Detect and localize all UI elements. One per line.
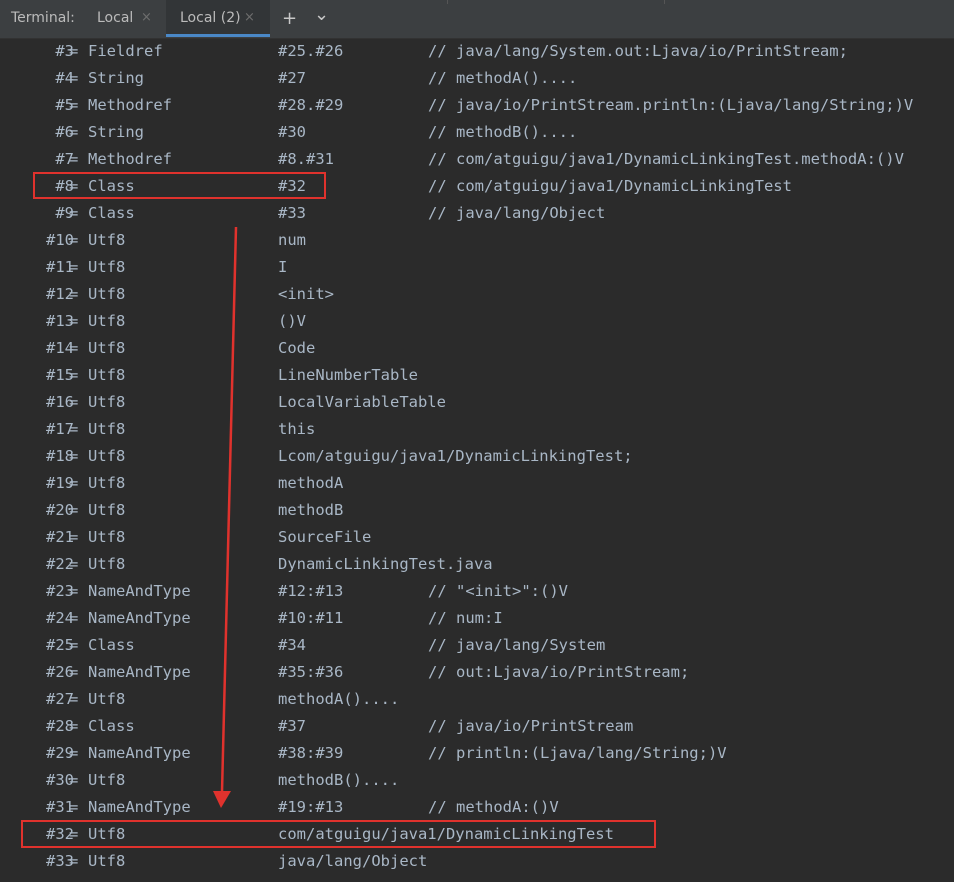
reference-arrow [213, 226, 238, 808]
arrow-line [220, 226, 238, 793]
arrow-head [213, 791, 231, 808]
